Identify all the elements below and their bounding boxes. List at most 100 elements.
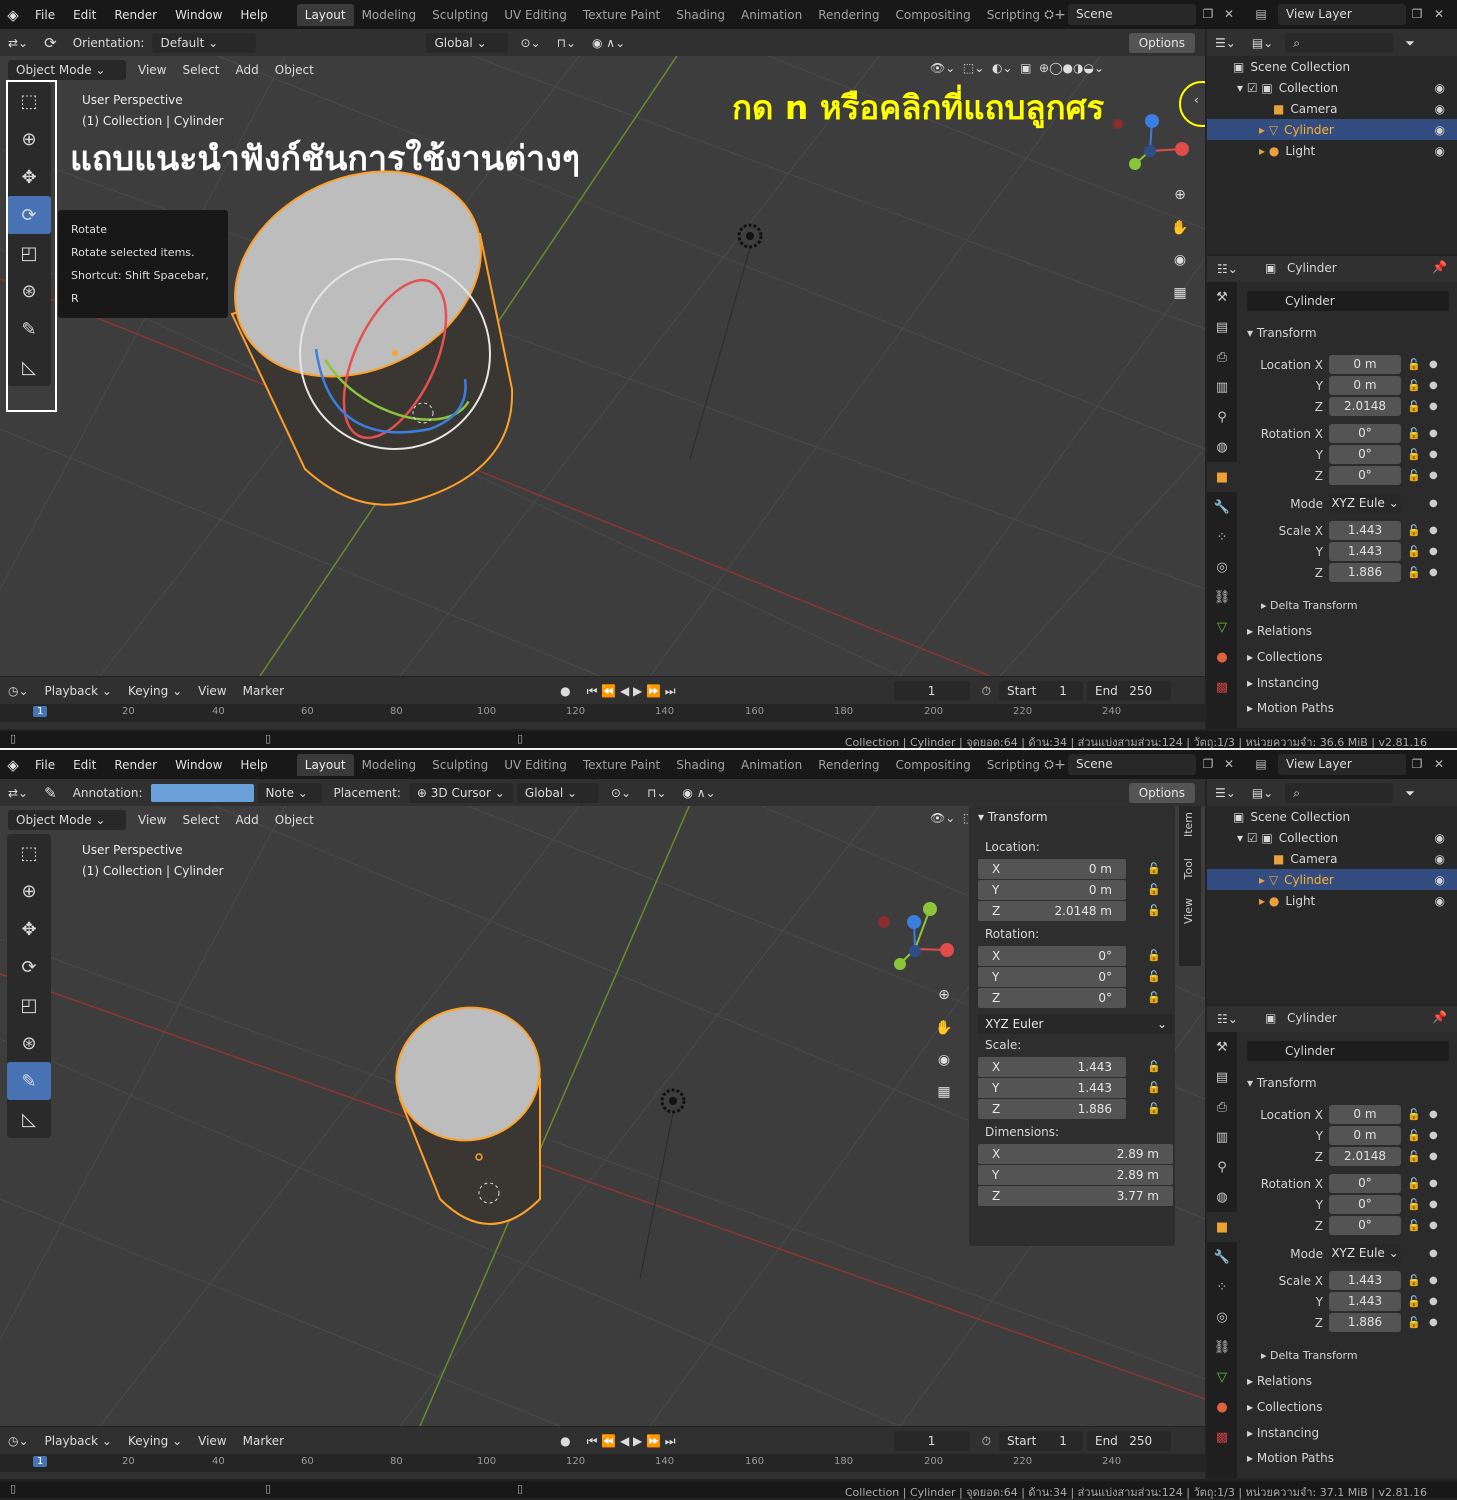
keying-menu[interactable]: Keying ⌄ xyxy=(120,1431,190,1451)
lock-icon[interactable]: 🔓 xyxy=(1405,400,1423,413)
keyframe-dot-icon[interactable]: ● xyxy=(1429,525,1438,536)
scene-selector[interactable]: Scene xyxy=(1068,754,1196,775)
sidebar-tab-tool[interactable]: Tool xyxy=(1182,858,1195,879)
rotation-y-field[interactable]: 0° xyxy=(1329,445,1401,464)
keyframe-dot-icon[interactable]: ● xyxy=(1429,1296,1438,1307)
view-layer-icon[interactable]: ▤ xyxy=(1250,4,1272,24)
properties-editor-type-icon[interactable]: ☷⌄ xyxy=(1209,259,1246,279)
lock-icon[interactable]: 🔓 xyxy=(1405,448,1423,461)
annotate-icon[interactable]: ✎ xyxy=(7,1062,51,1100)
outliner-search-input[interactable]: ⌕ xyxy=(1285,32,1394,53)
marker-menu[interactable]: Marker xyxy=(235,1431,292,1451)
view-layer-tab-icon[interactable]: ▥ xyxy=(1207,372,1237,402)
sidebar-rotation-y[interactable]: Y 0° xyxy=(978,967,1126,987)
display-mode-icon[interactable]: ▤⌄ xyxy=(1244,33,1281,53)
scale-y-field[interactable]: 1.443 xyxy=(1329,1292,1401,1311)
lock-icon[interactable]: 🔓 xyxy=(1405,566,1423,579)
lock-icon[interactable]: 🔓 xyxy=(1405,545,1423,558)
tab-animation[interactable]: Animation xyxy=(733,4,810,26)
keyframe-dot-icon[interactable]: ● xyxy=(1429,470,1438,481)
orientation-dropdown[interactable]: Default ⌄ xyxy=(152,32,257,53)
tab-animation[interactable]: Animation xyxy=(733,754,810,776)
transform-orientation-dropdown[interactable]: Global ⌄ xyxy=(516,782,599,803)
record-icon[interactable]: ● xyxy=(552,1431,578,1451)
sidebar-dimension-x[interactable]: X 2.89 m xyxy=(978,1144,1173,1164)
blender-logo-icon[interactable]: ◈ xyxy=(0,750,26,779)
collection-checkbox-icon[interactable]: ▾ ☑ ▣ xyxy=(1237,831,1273,845)
lock-icon[interactable]: 🔓 xyxy=(1405,1129,1423,1142)
rotate-icon[interactable]: ⟳ xyxy=(7,948,51,986)
scale-z-field[interactable]: 1.886 xyxy=(1329,563,1401,582)
delete-view-layer-icon[interactable]: ✕ xyxy=(1428,754,1450,774)
note-layer-dropdown[interactable]: Note ⌄ xyxy=(257,782,322,803)
new-view-layer-icon[interactable]: ❐ xyxy=(1406,4,1428,24)
lock-icon[interactable]: 🔓 xyxy=(1405,1150,1423,1163)
keying-menu[interactable]: Keying ⌄ xyxy=(120,681,190,701)
render-tab-icon[interactable]: ▤ xyxy=(1207,312,1237,342)
record-icon[interactable]: ● xyxy=(552,681,578,701)
keyframe-dot-icon[interactable]: ● xyxy=(1429,401,1438,412)
measure-icon[interactable]: ◺ xyxy=(7,1100,51,1138)
menu-render[interactable]: Render xyxy=(105,8,166,22)
sidebar-location-x[interactable]: X 0 m xyxy=(978,859,1126,879)
sidebar-tab-view[interactable]: View xyxy=(1182,898,1195,924)
keyframe-dot-icon[interactable]: ● xyxy=(1429,1317,1438,1328)
motion-paths-section[interactable]: ▸ Motion Paths xyxy=(1247,1451,1334,1465)
lock-icon[interactable]: 🔓 xyxy=(1147,1102,1161,1115)
relations-section[interactable]: ▸ Relations xyxy=(1247,624,1312,638)
outliner-row-scene-collection[interactable]: ▣ Scene Collection xyxy=(1207,56,1457,77)
sidebar-scale-x[interactable]: X 1.443 xyxy=(978,1057,1126,1077)
menu-edit[interactable]: Edit xyxy=(64,8,105,22)
scale-x-field[interactable]: 1.443 xyxy=(1329,521,1401,540)
new-scene-icon[interactable]: ❐ xyxy=(1197,754,1219,774)
proportional-edit-icon[interactable]: ◉ ∧⌄ xyxy=(584,33,633,53)
view-layer-selector[interactable]: View Layer xyxy=(1278,4,1406,25)
select-box-icon[interactable]: ⬚ xyxy=(7,834,51,872)
location-y-field[interactable]: 0 m xyxy=(1329,376,1401,395)
object-menu[interactable]: Object xyxy=(267,810,322,830)
editor-type-icon[interactable]: ☰⌄ xyxy=(1207,33,1244,53)
lock-icon[interactable]: 🔓 xyxy=(1147,949,1161,962)
stopwatch-icon[interactable]: ⏱ xyxy=(974,681,999,701)
keyframe-dot-icon[interactable]: ● xyxy=(1429,1275,1438,1286)
playhead[interactable]: 1 xyxy=(33,706,48,717)
menu-render[interactable]: Render xyxy=(105,758,166,772)
tab-shading[interactable]: Shading xyxy=(668,4,733,26)
constraints-tab-icon[interactable]: ⛓ xyxy=(1207,582,1237,612)
scene-icon[interactable]: ⛭ xyxy=(1038,4,1060,24)
output-tab-icon[interactable]: ⎙ xyxy=(1207,342,1237,372)
viewport-3d[interactable]: ⇄⌄ ⟳ Orientation: Default ⌄ Global ⌄ ⊙⌄ … xyxy=(0,29,1205,676)
editor-type-icon[interactable]: ☰⌄ xyxy=(1207,783,1244,803)
eye-icon[interactable]: ◉ xyxy=(1435,81,1445,95)
display-mode-icon[interactable]: ▤⌄ xyxy=(1244,783,1281,803)
menu-edit[interactable]: Edit xyxy=(64,758,105,772)
tool-icon[interactable]: ⇄⌄ xyxy=(0,33,36,53)
sidebar-dimension-z[interactable]: Z 3.77 m xyxy=(978,1186,1173,1206)
ortho-grid-icon[interactable]: ▦ xyxy=(931,1079,957,1105)
keyframe-dot-icon[interactable]: ● xyxy=(1429,380,1438,391)
lock-icon[interactable]: 🔓 xyxy=(1147,883,1161,896)
relations-section[interactable]: ▸ Relations xyxy=(1247,1374,1312,1388)
marker-menu[interactable]: Marker xyxy=(235,681,292,701)
view-menu[interactable]: View xyxy=(130,810,174,830)
tab-compositing[interactable]: Compositing xyxy=(887,4,978,26)
end-frame-field[interactable]: End 250 xyxy=(1086,1430,1171,1451)
lock-icon[interactable]: 🔓 xyxy=(1405,1108,1423,1121)
rotation-mode-dropdown[interactable]: XYZ Eule ⌄ xyxy=(1329,494,1401,513)
pin-icon[interactable]: 📌 xyxy=(1432,260,1447,274)
select-menu[interactable]: Select xyxy=(174,810,227,830)
filter-icon[interactable]: ⏷ xyxy=(1397,783,1423,803)
physics-tab-icon[interactable]: ◎ xyxy=(1207,1302,1237,1332)
pivot-icon[interactable]: ⊙⌄ xyxy=(512,33,548,53)
filter-icon[interactable]: ⏷ xyxy=(1397,33,1423,53)
outliner-row-camera[interactable]: ■ Camera ◉ xyxy=(1207,848,1457,869)
location-x-field[interactable]: 0 m xyxy=(1329,1105,1401,1124)
playback-controls-icon[interactable]: ⏮ ⏪ ◀ ▶ ⏩ ⏭ xyxy=(579,681,684,701)
lock-icon[interactable]: 🔓 xyxy=(1405,379,1423,392)
keyframe-dot-icon[interactable]: ● xyxy=(1429,1151,1438,1162)
outliner-row-light[interactable]: ▸ ● Light ◉ xyxy=(1207,890,1457,911)
view-menu[interactable]: View xyxy=(130,60,174,80)
zoom-icon[interactable]: ⊕ xyxy=(1167,182,1193,208)
camera-view-icon[interactable]: ◉ xyxy=(931,1047,957,1073)
sidebar-rotation-mode-dropdown[interactable]: XYZ Euler ⌄ xyxy=(978,1014,1173,1034)
